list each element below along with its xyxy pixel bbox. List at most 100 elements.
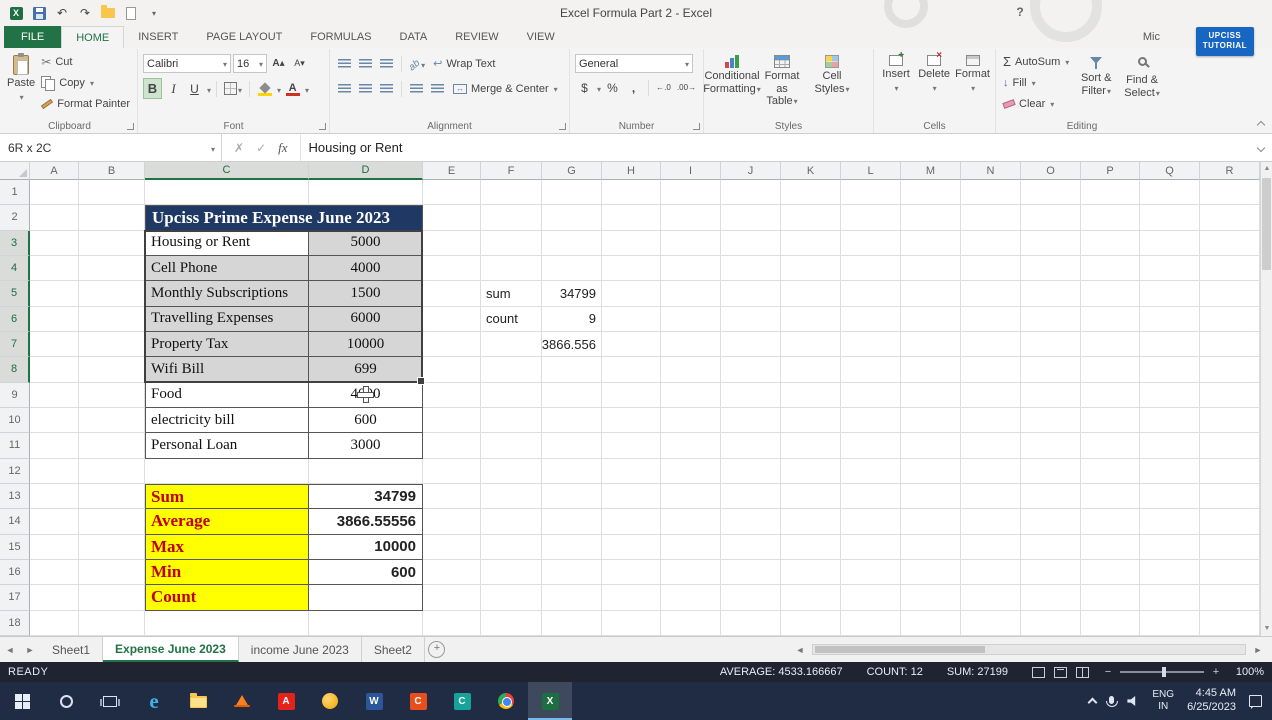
cell-O10[interactable]: [1021, 408, 1081, 433]
cell-B2[interactable]: [79, 205, 145, 230]
insert-cells-button[interactable]: Insert: [879, 51, 913, 115]
cell-J1[interactable]: [721, 180, 781, 205]
cell-P17[interactable]: [1081, 585, 1140, 610]
cell-G18[interactable]: [542, 611, 602, 636]
row-header-10[interactable]: 10: [0, 408, 30, 433]
cell-A17[interactable]: [30, 585, 79, 610]
ribbon-tab-review[interactable]: REVIEW: [441, 26, 512, 48]
cell-B6[interactable]: [79, 307, 145, 332]
gold-app-icon[interactable]: [308, 682, 352, 720]
cell-Q8[interactable]: [1140, 357, 1200, 382]
cell-J13[interactable]: [721, 484, 781, 509]
word-icon[interactable]: [352, 682, 396, 720]
cell-P9[interactable]: [1081, 383, 1140, 408]
redo-icon[interactable]: [75, 3, 95, 23]
cell-H14[interactable]: [602, 509, 661, 534]
cell-K6[interactable]: [781, 307, 841, 332]
cell-C16[interactable]: Min: [145, 560, 309, 585]
cell-L9[interactable]: [841, 383, 901, 408]
column-header-F[interactable]: F: [481, 162, 542, 180]
cell-F13[interactable]: [481, 484, 542, 509]
cell-A1[interactable]: [30, 180, 79, 205]
cell-L8[interactable]: [841, 357, 901, 382]
cell-G11[interactable]: [542, 433, 602, 458]
cell-J15[interactable]: [721, 535, 781, 560]
cell-F4[interactable]: [481, 256, 542, 281]
cell-C5[interactable]: Monthly Subscriptions: [145, 281, 309, 306]
row-header-15[interactable]: 15: [0, 535, 30, 560]
ribbon-tab-file[interactable]: FILE: [4, 26, 61, 48]
cell-E6[interactable]: [423, 307, 481, 332]
cell-D1[interactable]: [309, 180, 423, 205]
column-header-M[interactable]: M: [901, 162, 961, 180]
cell-I6[interactable]: [661, 307, 721, 332]
cell-Q7[interactable]: [1140, 332, 1200, 357]
row-header-12[interactable]: 12: [0, 459, 30, 484]
cell-L12[interactable]: [841, 459, 901, 484]
cell-K5[interactable]: [781, 281, 841, 306]
cell-H9[interactable]: [602, 383, 661, 408]
column-header-H[interactable]: H: [602, 162, 661, 180]
column-header-P[interactable]: P: [1081, 162, 1140, 180]
camtasia-icon[interactable]: [396, 682, 440, 720]
cell-O4[interactable]: [1021, 256, 1081, 281]
cell-P13[interactable]: [1081, 484, 1140, 509]
cell-M4[interactable]: [901, 256, 961, 281]
cell-R4[interactable]: [1200, 256, 1260, 281]
column-header-I[interactable]: I: [661, 162, 721, 180]
fill-color-button[interactable]: [255, 78, 274, 99]
column-header-Q[interactable]: Q: [1140, 162, 1200, 180]
cell-D5[interactable]: 1500: [309, 281, 423, 306]
ribbon-tab-data[interactable]: DATA: [386, 26, 442, 48]
cell-K15[interactable]: [781, 535, 841, 560]
cell-A8[interactable]: [30, 357, 79, 382]
cell-K2[interactable]: [781, 205, 841, 230]
cell-G3[interactable]: [542, 231, 602, 256]
cell-H18[interactable]: [602, 611, 661, 636]
cell-B5[interactable]: [79, 281, 145, 306]
underline-button[interactable]: [185, 78, 204, 99]
fill-button[interactable]: Fill: [1001, 72, 1071, 93]
cell-K14[interactable]: [781, 509, 841, 534]
cell-C8[interactable]: Wifi Bill: [145, 357, 309, 382]
cell-I4[interactable]: [661, 256, 721, 281]
cell-R16[interactable]: [1200, 560, 1260, 585]
cell-E9[interactable]: [423, 383, 481, 408]
cell-R7[interactable]: [1200, 332, 1260, 357]
cell-M11[interactable]: [901, 433, 961, 458]
cell-D12[interactable]: [309, 459, 423, 484]
cell-B7[interactable]: [79, 332, 145, 357]
cell-J12[interactable]: [721, 459, 781, 484]
cell-R6[interactable]: [1200, 307, 1260, 332]
row-header-9[interactable]: 9: [0, 383, 30, 408]
cell-D6[interactable]: 6000: [309, 307, 423, 332]
cell-N6[interactable]: [961, 307, 1021, 332]
zoom-out-icon[interactable]: [1101, 666, 1115, 678]
italic-button[interactable]: [164, 78, 183, 99]
open-folder-icon[interactable]: [98, 3, 118, 23]
cell-H5[interactable]: [602, 281, 661, 306]
column-header-N[interactable]: N: [961, 162, 1021, 180]
task-view-icon[interactable]: [88, 682, 132, 720]
cell-I10[interactable]: [661, 408, 721, 433]
find-select-button[interactable]: Find &Select: [1121, 51, 1163, 115]
ribbon-tab-insert[interactable]: INSERT: [124, 26, 192, 48]
cell-Q15[interactable]: [1140, 535, 1200, 560]
cell-O15[interactable]: [1021, 535, 1081, 560]
cell-F16[interactable]: [481, 560, 542, 585]
sheet-nav-left-icon[interactable]: [0, 637, 20, 662]
cell-Q16[interactable]: [1140, 560, 1200, 585]
cell-D9[interactable]: 4000: [309, 383, 423, 408]
cell-K11[interactable]: [781, 433, 841, 458]
cell-G6[interactable]: 9: [542, 307, 602, 332]
cell-H13[interactable]: [602, 484, 661, 509]
cell-E15[interactable]: [423, 535, 481, 560]
cell-E5[interactable]: [423, 281, 481, 306]
format-as-table-button[interactable]: Format asTable: [759, 51, 805, 115]
cell-I3[interactable]: [661, 231, 721, 256]
cell-D11[interactable]: 3000: [309, 433, 423, 458]
cell-P7[interactable]: [1081, 332, 1140, 357]
cell-J3[interactable]: [721, 231, 781, 256]
font-color-button[interactable]: A: [283, 78, 302, 99]
cell-B14[interactable]: [79, 509, 145, 534]
